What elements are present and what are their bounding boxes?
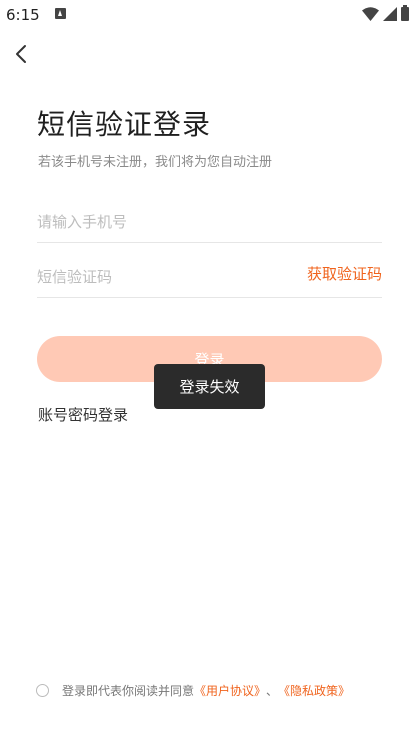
page-title: 短信验证登录 [37,108,212,141]
toast: 登录失效 [154,364,265,409]
signal-icon [383,7,397,21]
agreement-separator: 、 [266,684,279,698]
phone-input[interactable] [37,202,267,242]
battery-icon [401,5,409,21]
user-agreement-link[interactable]: 《用户协议》 [194,682,266,699]
privacy-policy-link[interactable]: 《隐私政策》 [278,682,350,699]
code-field: 获取验证码 [37,257,382,298]
wifi-icon [362,7,379,21]
page-subtitle: 若该手机号未注册，我们将为您自动注册 [38,155,273,170]
status-bar: 6:15 [0,0,419,30]
notification-icon [55,8,66,19]
agreement-prefix: 登录即代表你阅读并同意 [62,684,195,698]
status-time: 6:15 [6,6,40,24]
agreement-row: 登录即代表你阅读并同意 《用户协议》 、 《隐私政策》 [36,682,350,699]
get-code-button[interactable]: 获取验证码 [307,263,382,284]
account-password-login-link[interactable]: 账号密码登录 [38,404,128,425]
sms-code-input[interactable] [37,257,267,297]
agreement-checkbox[interactable] [36,684,49,697]
back-button[interactable] [8,40,36,68]
phone-field [37,202,382,243]
back-arrow-icon [16,45,26,63]
status-icons [362,5,409,22]
